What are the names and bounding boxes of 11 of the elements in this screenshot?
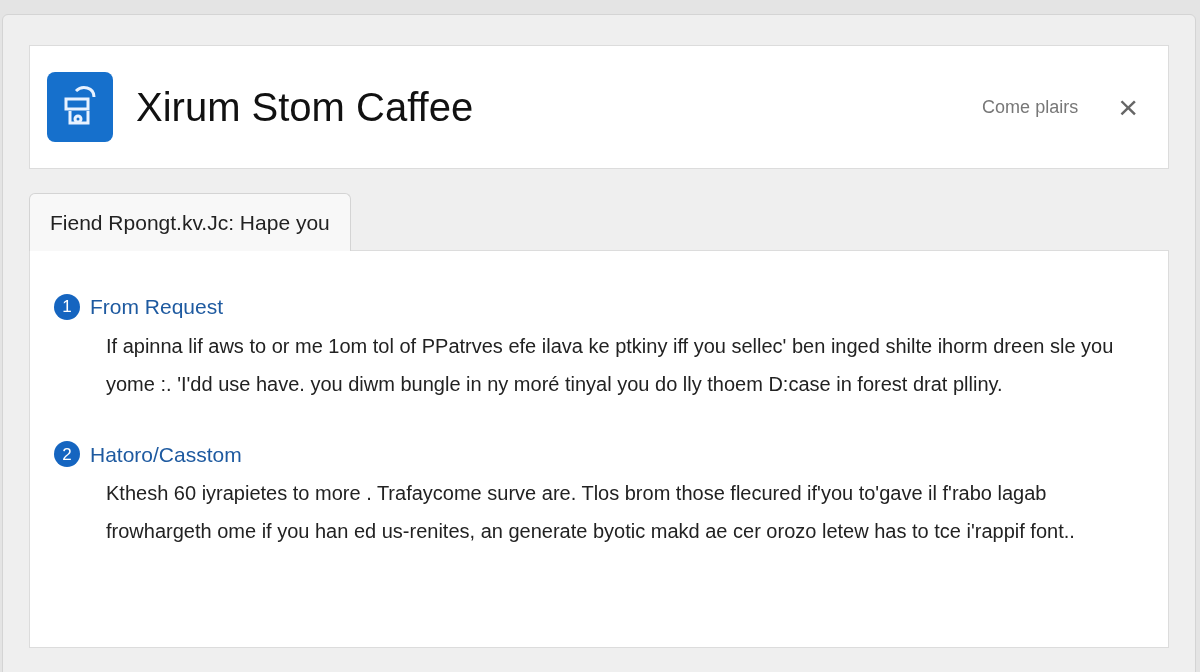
close-button[interactable]: × <box>1118 90 1138 124</box>
tab[interactable]: Fiend Rpongt.kv.Jc: Hape you <box>29 193 351 251</box>
step-title: Hatoro/Casstom <box>90 441 242 468</box>
app-logo-icon <box>46 71 114 143</box>
app-title: Xirum Stom Caffee <box>136 84 474 131</box>
step-description: Kthesh 60 iyrapietes to more . Trafaycome surve are. Tlos brom those flecured if'you to'gave il f'rabo lagab frowhargeth ome if you han ed us-renites, an generate byotic makd ae cer orozo letew has to tce i'rappif font.. <box>106 481 1076 544</box>
step-number: 1 <box>54 293 80 320</box>
step-title: From Request <box>90 294 224 320</box>
step-description: If apinna lif aws to or me 1om tol of PPatrves efe ilava ke ptkiny iff you sellec' ben inged shilte ihorm dreen sle you yome :. 'I'dd use have. you diwm bungle in ny moré tinyal you do lly thoem D:case in forest drat plliny. <box>106 333 1115 397</box>
step-number: 2 <box>54 441 80 468</box>
header-link[interactable]: Come plairs <box>982 93 1079 121</box>
